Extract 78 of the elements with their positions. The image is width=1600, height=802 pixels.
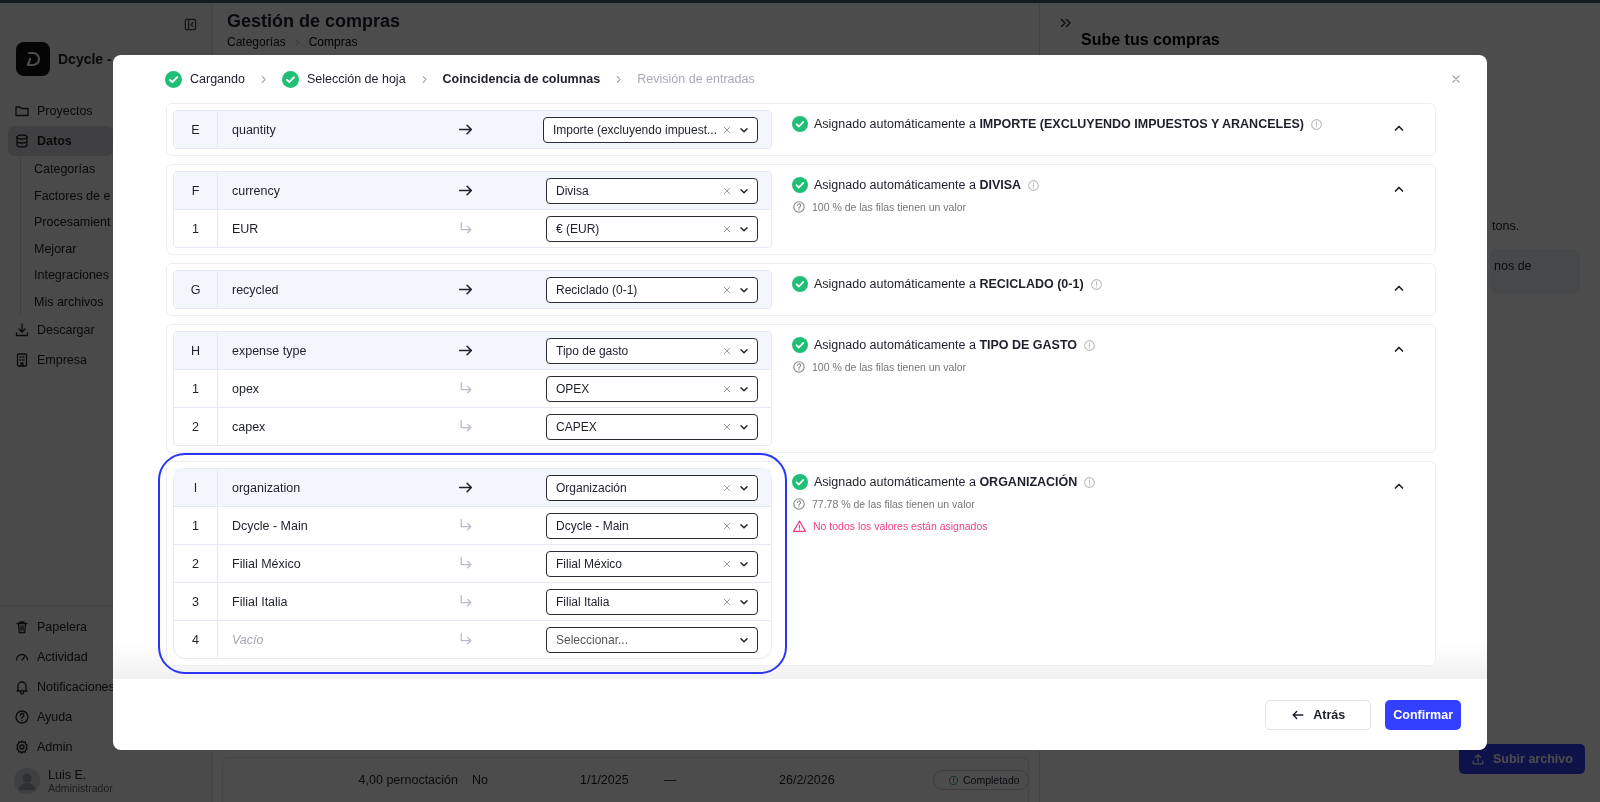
check-circle-icon [792, 337, 808, 353]
source-value: Filial Italia [231, 594, 289, 609]
select-field[interactable]: € (EUR) [546, 215, 758, 242]
select-field[interactable]: Reciclado (0-1) [546, 276, 758, 303]
confirm-button[interactable]: Confirmar [1385, 699, 1461, 730]
step-label: Revisión de entradas [637, 72, 755, 86]
column-name: quantity [231, 122, 277, 137]
table-cell-text: 1/1/2025 [579, 773, 630, 787]
help-icon [792, 200, 806, 214]
select-field[interactable]: Filial Italia [546, 588, 758, 615]
breadcrumb-link[interactable]: Compras [308, 35, 358, 49]
row-index: 1 [174, 507, 218, 544]
warning-icon [792, 518, 807, 534]
column-letter: F [174, 172, 218, 209]
brand-name: Dcycle - [58, 51, 112, 67]
row-index: 1 [174, 210, 218, 247]
column-letter: G [174, 271, 218, 308]
info-icon [1027, 178, 1041, 192]
select-field[interactable]: CAPEX [546, 413, 758, 440]
check-circle-icon [792, 177, 808, 193]
status-message: Asignado automáticamente a ORGANIZACIÓN [814, 475, 1078, 489]
panel-title: Sube tus compras [1081, 31, 1221, 49]
column-letter: E [174, 111, 218, 148]
info-icon [1083, 338, 1097, 352]
column-name: expense type [231, 343, 308, 358]
warning-text: No todos los valores están asignados [813, 520, 988, 532]
column-name: currency [231, 183, 281, 198]
column-name: recycled [231, 282, 280, 297]
panel-text: tons. [1492, 219, 1521, 233]
table-cell-text: 26/2/2026 [778, 773, 836, 787]
help-icon [792, 497, 806, 511]
select-field[interactable]: Filial México [546, 550, 758, 577]
info-icon [1089, 277, 1103, 291]
info-icon [1310, 117, 1323, 131]
select-field[interactable]: Tipo de gasto [546, 337, 758, 364]
row-index: 1 [174, 370, 218, 407]
table-cell-text: 4,00 pernoctación [357, 773, 458, 787]
check-circle-icon [792, 116, 808, 132]
close-icon[interactable] [1449, 72, 1463, 86]
help-icon [792, 360, 806, 374]
select-field[interactable]: OPEX [546, 375, 758, 402]
page-title: Gestión de compras [226, 10, 402, 32]
step-label: Cargando [190, 72, 245, 86]
status-message: Asignado automáticamente a IMPORTE (EXCLUYENDO IMPUESTOS Y ARANCELES) [814, 117, 1304, 131]
step-label: Selección de hoja [306, 72, 406, 86]
status-message: Asignado automáticamente a RECICLADO (0-1) [814, 277, 1084, 291]
column-letter: H [174, 332, 218, 369]
check-circle-icon [792, 276, 808, 292]
step-label: Coincidencia de columnas [442, 72, 601, 86]
table-cell-text: No [471, 773, 489, 787]
row-index: 2 [174, 408, 218, 445]
coverage-text: 77.78 % de las filas tienen un valor [812, 498, 975, 510]
source-value: EUR [231, 221, 260, 236]
coverage-text: 100 % de las filas tienen un valor [812, 361, 967, 373]
info-icon [1083, 475, 1097, 489]
select-field[interactable]: Organización [546, 474, 758, 501]
source-value: opex [231, 381, 261, 396]
select-field[interactable]: Divisa [546, 177, 758, 204]
status-message: Asignado automáticamente a DIVISA [814, 178, 1022, 192]
breadcrumb-link[interactable]: Categorías [227, 35, 286, 49]
source-value: Vacío [231, 632, 265, 647]
back-button[interactable]: Atrás [1265, 699, 1372, 730]
status-message: Asignado automáticamente a TIPO DE GASTO [814, 338, 1078, 352]
check-circle-icon [792, 474, 808, 490]
select-field[interactable]: Dcycle - Main [546, 512, 758, 539]
column-name: organization [231, 480, 302, 495]
coverage-text: 100 % de las filas tienen un valor [812, 201, 967, 213]
column-letter: I [174, 469, 218, 506]
source-value: Dcycle - Main [231, 518, 309, 533]
select-field[interactable]: Importe (excluyendo impuest... [542, 116, 758, 143]
select-field[interactable]: Seleccionar... [546, 626, 758, 653]
source-value: Filial México [231, 556, 302, 571]
row-index: 2 [174, 545, 218, 582]
row-index: 3 [174, 583, 218, 620]
table-cell-text: — [663, 773, 678, 787]
user-name: Luis E. [48, 768, 88, 782]
row-index: 4 [174, 621, 218, 658]
source-value: capex [231, 419, 267, 434]
